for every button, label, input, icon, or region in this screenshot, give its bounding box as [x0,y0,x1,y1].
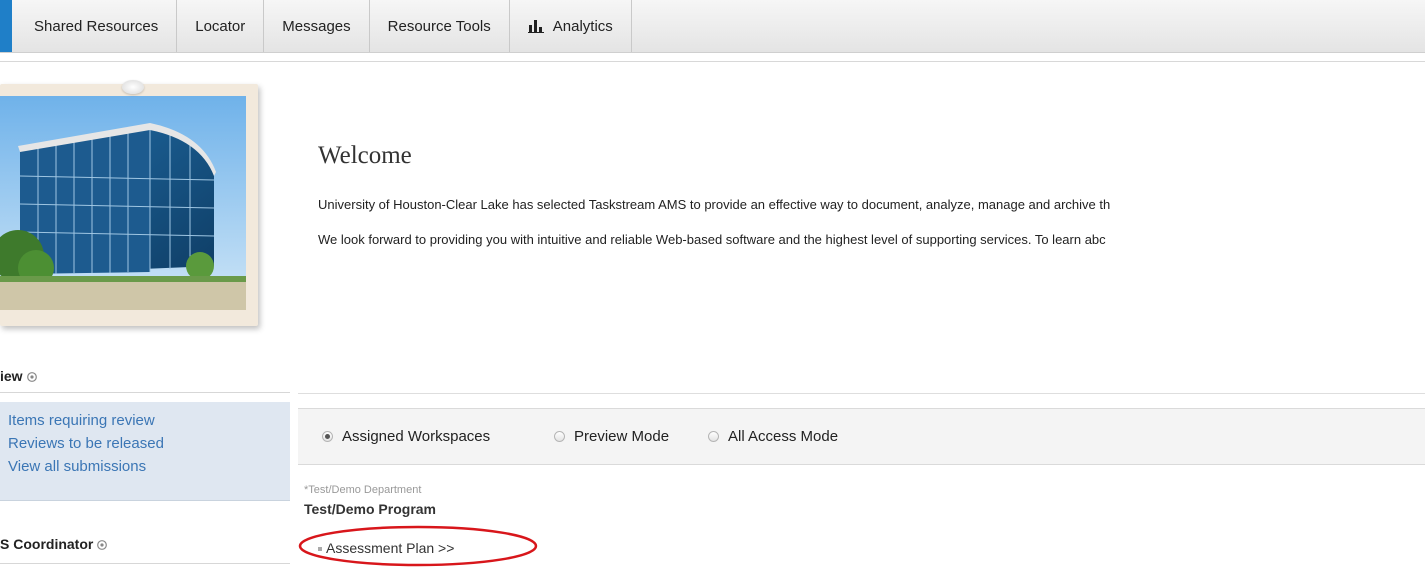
tab-locator[interactable]: Locator [177,0,265,52]
tab-label: Analytics [552,17,613,35]
divider [298,393,1425,394]
workspace-mode-panel: Assigned Workspaces Preview Mode All Acc… [298,408,1425,465]
review-links-panel: Items requiring review Reviews to be rel… [0,402,290,501]
all-access-mode-radio[interactable]: All Access Mode [708,409,838,464]
radio-label: Preview Mode [574,428,670,445]
page-title: Welcome [318,142,412,169]
top-navigation-bar: Shared Resources Locator Messages Resour… [0,0,1425,53]
tab-label: Messages [282,17,351,35]
divider [0,392,290,393]
tab-messages[interactable]: Messages [264,0,370,52]
heading-text: S Coordinator [0,536,94,552]
radio-label: Assigned Workspaces [342,428,491,445]
photo-pin-decoration [122,80,144,94]
red-highlight-ellipse [298,525,538,567]
tab-label: Shared Resources [34,17,159,35]
radio-button[interactable] [322,431,333,442]
divider [0,61,1425,62]
nav-accent-strip [0,0,12,52]
items-requiring-review-link[interactable]: Items requiring review [8,412,155,429]
welcome-paragraph: We look forward to providing you with in… [318,232,1106,247]
coordinator-heading: S Coordinator [0,536,108,553]
divider [0,563,290,564]
heading-text: iew [0,368,23,384]
assigned-workspaces-radio[interactable]: Assigned Workspaces [322,409,490,464]
tab-shared-resources[interactable]: Shared Resources [24,0,178,52]
nav-tabs: Shared Resources Locator Messages Resour… [24,0,632,52]
view-all-submissions-link[interactable]: View all submissions [8,458,146,475]
review-heading: iew [0,368,37,385]
tab-label: Locator [195,17,246,35]
bar-chart-icon [527,19,544,33]
tab-resource-tools[interactable]: Resource Tools [370,0,510,52]
tab-analytics[interactable]: Analytics [510,0,632,52]
tab-label: Resource Tools [387,17,491,35]
campus-building-photo [0,84,258,326]
help-icon[interactable] [26,369,37,385]
radio-button[interactable] [708,431,719,442]
reviews-to-be-released-link[interactable]: Reviews to be released [8,435,164,452]
program-label: Test/Demo Program [304,501,436,517]
welcome-paragraph: University of Houston-Clear Lake has sel… [318,197,1111,212]
radio-button[interactable] [554,431,565,442]
preview-mode-radio[interactable]: Preview Mode [554,409,669,464]
radio-label: All Access Mode [728,428,839,445]
help-icon[interactable] [97,537,108,553]
building-illustration [0,96,246,310]
department-label: *Test/Demo Department [304,484,422,496]
